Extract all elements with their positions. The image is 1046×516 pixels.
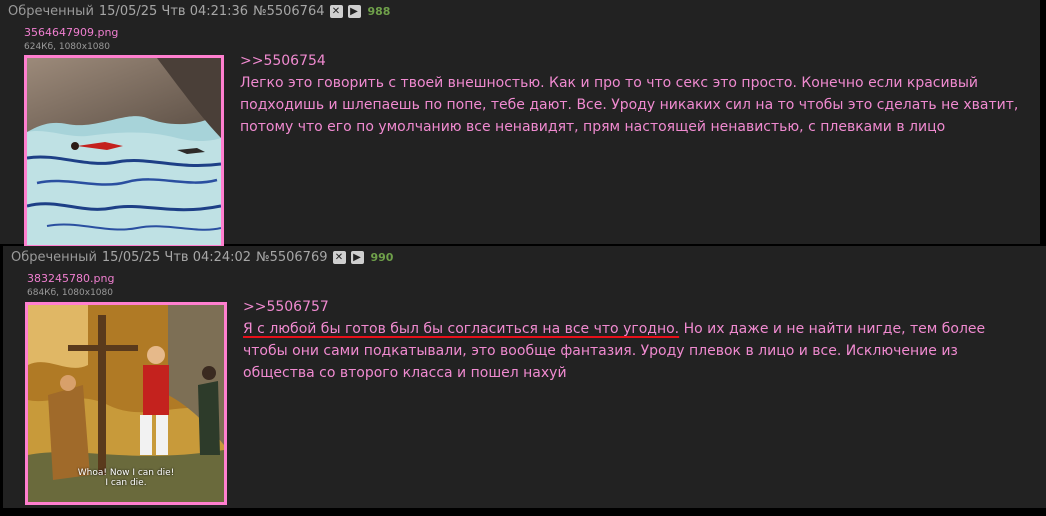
post-count: 990: [370, 251, 394, 264]
file-name-link[interactable]: 383245780.png: [27, 272, 114, 285]
image-subtitle: Whoa! Now I can die! I can die.: [77, 468, 175, 488]
post-header: Обреченный 15/05/25 Чтв 04:24:02 №550676…: [11, 250, 398, 265]
post: Обреченный 15/05/25 Чтв 04:24:02 №550676…: [3, 246, 1046, 508]
post-body: >>5506754 Легко это говорить с твоей вне…: [240, 50, 1026, 138]
play-icon[interactable]: ▶: [347, 5, 361, 18]
image-scene: [27, 58, 221, 245]
post-text: Легко это говорить с твоей внешностью. К…: [240, 75, 1019, 135]
post-number[interactable]: №5506769: [256, 250, 327, 265]
post-date: 15/05/25 Чтв 04:24:02: [101, 250, 252, 265]
post-header: Обреченный 15/05/25 Чтв 04:21:36 №550676…: [8, 4, 395, 19]
post-image-thumbnail[interactable]: Whoa! Now I can die! I can die.: [25, 302, 227, 505]
post-count: 988: [367, 5, 391, 18]
post-image-thumbnail[interactable]: [24, 55, 224, 248]
close-icon[interactable]: ✕: [329, 5, 343, 18]
underlined-text: Я с любой бы готов был бы согласиться на…: [243, 321, 680, 337]
poster-name: Обреченный: [11, 250, 97, 265]
close-icon[interactable]: ✕: [332, 251, 346, 264]
post-date: 15/05/25 Чтв 04:21:36: [98, 4, 249, 19]
file-name-link[interactable]: 3564647909.png: [24, 26, 118, 39]
post-body: >>5506757 Я с любой бы готов был бы согл…: [243, 296, 1032, 384]
play-icon[interactable]: ▶: [350, 251, 364, 264]
reply-link[interactable]: >>5506754: [240, 50, 1026, 72]
file-meta: 684Кб, 1080x1080: [27, 288, 113, 298]
file-meta: 624Кб, 1080x1080: [24, 42, 110, 52]
reply-link[interactable]: >>5506757: [243, 296, 1032, 318]
post: Обреченный 15/05/25 Чтв 04:21:36 №550676…: [0, 0, 1040, 248]
post-number[interactable]: №5506764: [253, 4, 324, 19]
poster-name: Обреченный: [8, 4, 94, 19]
